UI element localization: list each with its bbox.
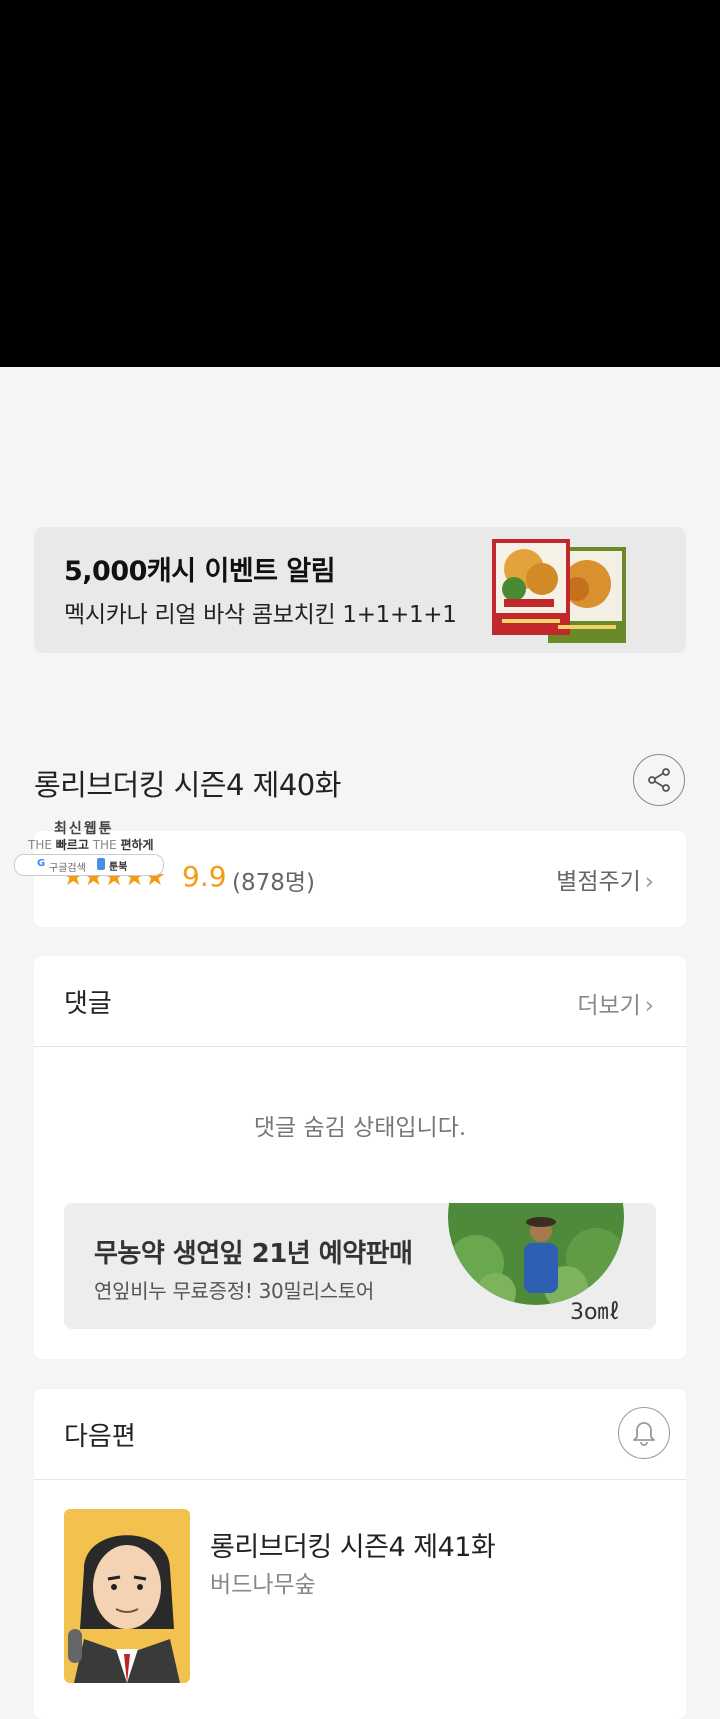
watermark: 최신웹툰 THE 빠르고 THE 편하게 G 구글검색 툰북 [14, 818, 164, 876]
comments-header: 댓글 더보기 › [34, 956, 686, 1047]
more-label: 더보기 [577, 993, 641, 1019]
watermark-badge: G 구글검색 툰북 [14, 854, 164, 876]
watermark-brand-label: 툰북 [109, 862, 128, 873]
next-episode-title[interactable]: 롱리브더킹 시즌4 제41화 [210, 1525, 496, 1564]
watermark-slogan: THE 빠르고 THE 편하게 [28, 838, 154, 852]
bell-icon [633, 1422, 655, 1446]
chevron-right-icon: › [644, 993, 654, 1019]
rating-score: 9.9 [182, 860, 227, 893]
lotus-farmer-image: 3o㎖ [448, 1203, 624, 1325]
next-episode-author: 버드나무숲 [210, 1572, 316, 1598]
comic-character-image [64, 1509, 190, 1683]
next-episode-card: 다음편 롱리브더킹 시즌4 제41화 버드나무숲 [34, 1389, 686, 1719]
toonbook-icon [97, 858, 105, 870]
svg-text:3o㎖: 3o㎖ [570, 1300, 619, 1325]
event-banner-title: 5,000캐시 이벤트 알림 [64, 556, 336, 587]
rate-button-label: 별점주기 [556, 869, 641, 895]
comments-card: 댓글 더보기 › 댓글 숨김 상태입니다. 무농약 생연잎 21년 예약판매 연잎… [34, 956, 686, 1359]
rating-count: (878명) [232, 870, 316, 896]
share-icon [648, 768, 670, 792]
comments-title: 댓글 [64, 989, 112, 1019]
ad-title: 무농약 생연잎 21년 예약판매 [94, 1239, 413, 1269]
event-banner-subtitle: 멕시카나 리얼 바삭 콤보치킨 1+1+1+1 [64, 602, 457, 628]
video-area [0, 0, 720, 367]
google-icon: G [37, 858, 46, 869]
watermark-title: 최신웹툰 [54, 821, 114, 837]
notify-button[interactable] [618, 1407, 670, 1459]
next-episode-thumbnail[interactable] [64, 1509, 190, 1683]
chicken-product-image [492, 539, 626, 643]
episode-title: 롱리브더킹 시즌4 제40화 [34, 768, 341, 802]
share-button[interactable] [633, 754, 685, 806]
ad-subtitle: 연잎비누 무료증정! 30밀리스토어 [94, 1279, 374, 1303]
next-episode-heading: 다음편 [64, 1422, 136, 1452]
ad-banner[interactable]: 무농약 생연잎 21년 예약판매 연잎비누 무료증정! 30밀리스토어 3o㎖ [64, 1203, 656, 1329]
event-banner[interactable]: 5,000캐시 이벤트 알림 멕시카나 리얼 바삭 콤보치킨 1+1+1+1 [34, 527, 686, 653]
comments-hidden-message: 댓글 숨김 상태입니다. [253, 1115, 467, 1141]
chevron-right-icon: › [644, 869, 654, 895]
watermark-search-label: 구글검색 [49, 863, 86, 874]
rate-button[interactable]: 별점주기 › [556, 862, 654, 896]
next-episode-header: 다음편 [34, 1389, 686, 1480]
comments-more-button[interactable]: 더보기 › [577, 986, 654, 1020]
